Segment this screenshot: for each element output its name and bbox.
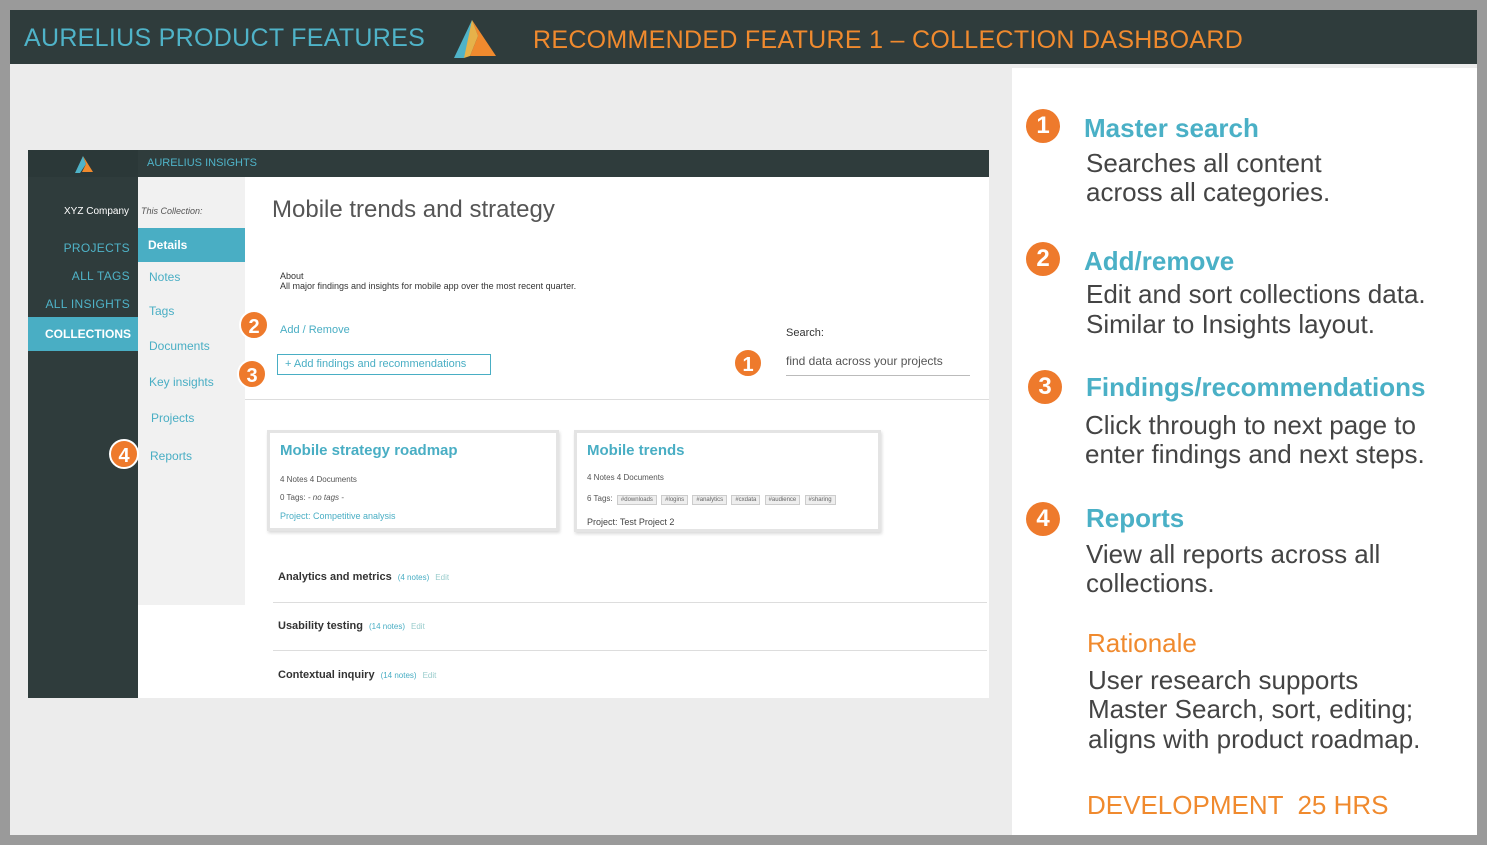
card-tags-label: 6 Tags: xyxy=(587,494,613,503)
list-item-name: Analytics and metrics xyxy=(278,571,392,583)
annotation-badge-1: 1 xyxy=(733,348,763,378)
card-project: Project: Test Project 2 xyxy=(587,517,675,527)
feature-desc-3b: enter findings and next steps. xyxy=(1085,439,1425,469)
tag-chip[interactable]: #downloads xyxy=(616,495,657,505)
card-tags-line: 6 Tags: #downloads #logins #analytics #c… xyxy=(587,494,836,505)
feature-desc-3a: Click through to next page to xyxy=(1085,410,1416,440)
add-remove-link[interactable]: Add / Remove xyxy=(280,324,350,336)
subnav-documents[interactable]: Documents xyxy=(149,339,210,353)
annotation-badge-3: 3 xyxy=(237,359,267,389)
feature-number-badge: 3 xyxy=(1028,370,1062,404)
app-screenshot: AURELIUS INSIGHTS XYZ Company PROJECTS A… xyxy=(28,150,989,698)
subnav-tags[interactable]: Tags xyxy=(149,304,174,318)
subnav-details[interactable]: Details xyxy=(138,228,245,262)
feature-desc-1b: across all categories. xyxy=(1086,177,1331,207)
feature-desc-4b: collections. xyxy=(1086,568,1215,598)
header-bar: AURELIUS PRODUCT FEATURES RECOMMENDED FE… xyxy=(10,10,1477,64)
about-label: About xyxy=(280,271,304,281)
card-no-tags: - no tags - xyxy=(307,493,344,502)
feature-number-badge: 2 xyxy=(1026,242,1060,276)
subnav-notes[interactable]: Notes xyxy=(149,270,180,284)
tag-chip[interactable]: #logins xyxy=(661,495,689,505)
card-tags-line: 0 Tags: - no tags - xyxy=(280,493,344,502)
nav-all-tags[interactable]: ALL TAGS xyxy=(72,269,130,283)
collection-card[interactable]: Mobile trends 4 Notes 4 Documents 6 Tags… xyxy=(574,430,881,532)
add-findings-button[interactable]: + Add findings and recommendations xyxy=(277,354,491,375)
annotation-badge-4: 4 xyxy=(109,439,139,469)
nav-collections[interactable]: COLLECTIONS xyxy=(28,317,138,351)
tag-chip[interactable]: #cxdata xyxy=(731,495,761,505)
brand-title: AURELIUS PRODUCT FEATURES xyxy=(24,24,426,52)
subnav-key-insights[interactable]: Key insights xyxy=(149,375,214,389)
search-input[interactable]: find data across your projects xyxy=(786,349,970,376)
collection-main: Mobile trends and strategy About All maj… xyxy=(245,177,989,698)
list-item-name: Contextual inquiry xyxy=(278,669,375,681)
development-estimate: DEVELOPMENT 25 HRS xyxy=(1087,790,1389,820)
feature-number-badge: 4 xyxy=(1026,502,1060,536)
tag-chip[interactable]: #analytics xyxy=(692,495,728,505)
card-counts: 4 Notes 4 Documents xyxy=(280,475,357,484)
rationale-title: Rationale xyxy=(1087,628,1197,658)
edit-link[interactable]: Edit xyxy=(435,573,449,582)
feature-title-2: Add/remove xyxy=(1084,246,1235,276)
subnav-reports[interactable]: Reports xyxy=(150,449,192,463)
list-item-notes: (14 notes) xyxy=(380,671,417,680)
slide: AURELIUS PRODUCT FEATURES RECOMMENDED FE… xyxy=(10,10,1477,835)
feature-desc-4a: View all reports across all xyxy=(1086,539,1381,569)
collection-subnav: This Collection: Details Notes Tags Docu… xyxy=(138,177,245,605)
edit-link[interactable]: Edit xyxy=(423,671,437,680)
feature-desc-2a: Edit and sort collections data. xyxy=(1086,279,1426,309)
divider xyxy=(245,399,989,400)
tag-chip[interactable]: #audience xyxy=(764,495,801,505)
card-title[interactable]: Mobile strategy roadmap xyxy=(280,442,458,459)
card-counts: 4 Notes 4 Documents xyxy=(587,473,664,482)
search-label: Search: xyxy=(786,327,824,339)
nav-projects[interactable]: PROJECTS xyxy=(64,241,130,255)
feature-panel: 1 Master search Searches all content acr… xyxy=(1012,68,1477,835)
list-item-notes: (14 notes) xyxy=(368,622,405,631)
edit-link[interactable]: Edit xyxy=(411,622,425,631)
this-collection-label: This Collection: xyxy=(141,206,203,216)
feature-desc-1a: Searches all content xyxy=(1086,148,1322,178)
row-divider xyxy=(273,602,987,603)
feature-title-3: Findings/recommendations xyxy=(1086,372,1426,402)
company-name: XYZ Company xyxy=(64,206,130,217)
feature-title-4: Reports xyxy=(1086,503,1185,533)
card-tags-label: 0 Tags: xyxy=(280,493,306,502)
card-title[interactable]: Mobile trends xyxy=(587,442,685,459)
app-name: AURELIUS INSIGHTS xyxy=(147,157,258,169)
list-item-notes: (4 notes) xyxy=(397,573,430,582)
collection-card[interactable]: Mobile strategy roadmap 4 Notes 4 Docume… xyxy=(267,430,559,531)
tag-chip[interactable]: #sharing xyxy=(804,495,836,505)
nav-all-insights[interactable]: ALL INSIGHTS xyxy=(45,297,130,311)
main-nav: XYZ Company PROJECTS ALL TAGS ALL INSIGH… xyxy=(28,177,138,698)
rationale-line-3: aligns with product roadmap. xyxy=(1088,724,1421,754)
app-topbar: AURELIUS INSIGHTS xyxy=(28,150,989,177)
list-item-name: Usability testing xyxy=(278,620,363,632)
card-project[interactable]: Project: Competitive analysis xyxy=(280,511,396,521)
aurelius-logo-icon xyxy=(452,16,498,65)
subnav-projects[interactable]: Projects xyxy=(151,411,194,425)
rationale-line-1: User research supports xyxy=(1088,665,1359,695)
feature-number-badge: 1 xyxy=(1026,109,1060,143)
list-item[interactable]: Usability testing (14 notes) Edit xyxy=(278,620,425,632)
rationale-line-2: Master Search, sort, editing; xyxy=(1088,694,1414,724)
feature-desc-2b: Similar to Insights layout. xyxy=(1086,309,1376,339)
collection-title: Mobile trends and strategy xyxy=(272,196,555,223)
feature-title: RECOMMENDED FEATURE 1 – COLLECTION DASHB… xyxy=(533,26,1244,54)
app-logo xyxy=(28,150,138,177)
feature-title-1: Master search xyxy=(1084,113,1259,143)
row-divider xyxy=(273,650,987,651)
annotation-badge-2: 2 xyxy=(239,310,269,340)
about-text: All major findings and insights for mobi… xyxy=(280,281,577,291)
list-item[interactable]: Analytics and metrics (4 notes) Edit xyxy=(278,571,449,583)
list-item[interactable]: Contextual inquiry (14 notes) Edit xyxy=(278,669,436,681)
